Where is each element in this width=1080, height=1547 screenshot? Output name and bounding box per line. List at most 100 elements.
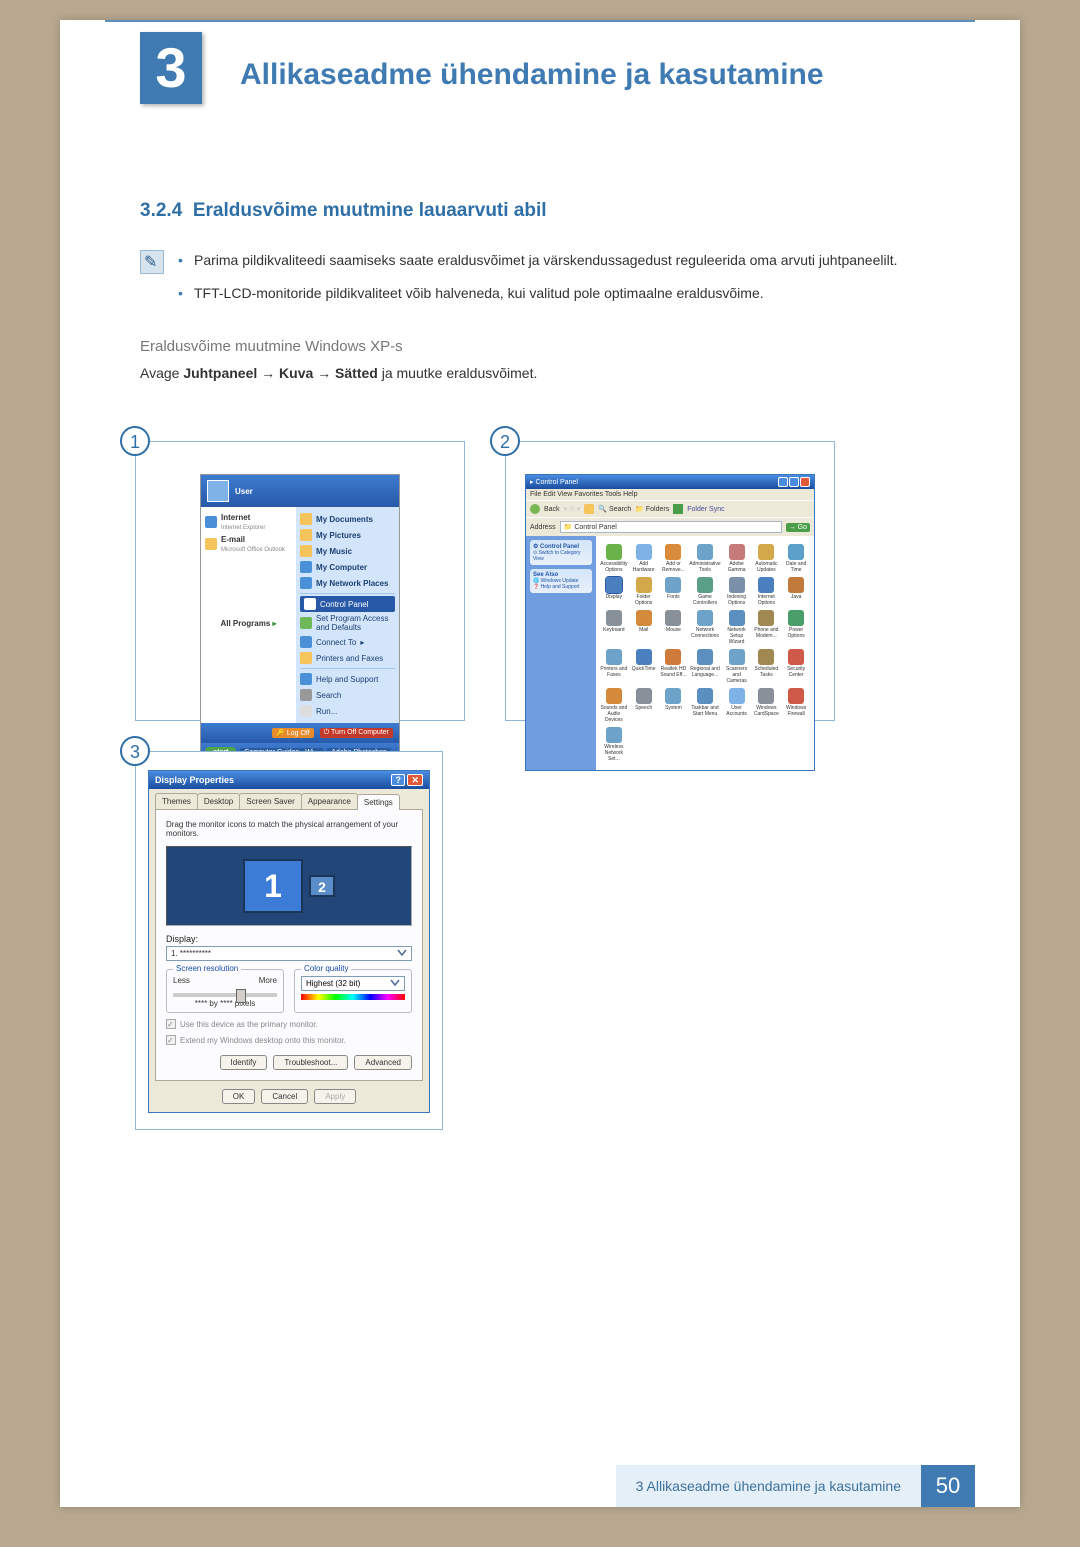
control-panel-item[interactable]: Network Connections [689,610,720,645]
log-off-button[interactable]: 🔑 Log Off [272,728,314,738]
control-panel-item[interactable]: Regional and Language... [689,649,720,684]
control-panel-item[interactable]: Security Center [782,649,810,684]
control-panel-item[interactable]: User Accounts [723,688,751,723]
control-panel-item[interactable]: Realtek HD Sound Eff... [660,649,688,684]
monitor-arrangement[interactable]: 1 2 [166,846,412,926]
help-support-link[interactable]: Help and Support [541,584,580,590]
control-panel-item[interactable]: Mail [630,610,658,645]
control-panel-item[interactable]: Accessibility Options [600,544,628,573]
menu-item[interactable]: Printers and Faxes [300,650,395,666]
menu-item[interactable]: Set Program Access and Defaults [300,612,395,634]
control-panel-item[interactable]: Sounds and Audio Devices [600,688,628,723]
tab-screensaver[interactable]: Screen Saver [239,793,301,809]
menu-item-control-panel[interactable]: Control Panel [300,596,395,612]
control-panel-item[interactable]: Printers and Faxes [600,649,628,684]
cp-item-icon [758,544,774,560]
control-panel-item[interactable]: Add Hardware [630,544,658,573]
up-icon[interactable] [584,504,594,514]
control-panel-item[interactable]: Windows CardSpace [752,688,780,723]
identify-button[interactable]: Identify [220,1055,268,1070]
control-panel-item[interactable]: System [660,688,688,723]
cp-item-icon [758,688,774,704]
turn-off-button[interactable]: ⏻ Turn Off Computer [320,728,393,738]
control-panel-item[interactable]: Taskbar and Start Menu [689,688,720,723]
menu-item-email[interactable]: E-mailMicrosoft Office Outlook [205,533,292,555]
control-panel-item[interactable]: Display [600,577,628,606]
help-icon[interactable]: ? [391,774,405,786]
tab-settings[interactable]: Settings [357,794,400,810]
control-panel-item[interactable]: Folder Options [630,577,658,606]
extend-desktop-check[interactable]: ✓Extend my Windows desktop onto this mon… [166,1035,412,1045]
ok-button[interactable]: OK [222,1089,256,1104]
menu-item[interactable]: My Pictures [300,527,395,543]
control-panel-item[interactable]: Power Options [782,610,810,645]
switch-view-link[interactable]: Switch to Category View [533,550,581,562]
monitor-2-icon[interactable]: 2 [309,875,335,897]
address-field[interactable]: 📁 Control Panel [560,521,782,533]
menu-item[interactable]: Search [300,687,395,703]
tab-appearance[interactable]: Appearance [301,793,358,809]
control-panel-item[interactable]: Date and Time [782,544,810,573]
cp-item-label: Security Center [782,666,810,678]
control-panel-icon-grid: Accessibility OptionsAdd HardwareAdd or … [596,536,814,770]
window-menu-bar[interactable]: File Edit View Favorites Tools Help [526,489,814,500]
minimize-icon[interactable] [778,477,788,487]
control-panel-item[interactable]: Scanners and Cameras [723,649,751,684]
control-panel-item[interactable]: Wireless Network Set... [600,727,628,762]
menu-item[interactable]: My Network Places [300,575,395,591]
menu-item[interactable]: My Music [300,543,395,559]
menu-item[interactable]: My Documents [300,511,395,527]
control-panel-item[interactable]: Fonts [660,577,688,606]
menu-item[interactable]: Connect To ▸ [300,634,395,650]
menu-item-internet[interactable]: InternetInternet Explorer [205,511,292,533]
control-panel-item[interactable]: Keyboard [600,610,628,645]
cp-item-label: Windows CardSpace [752,705,780,717]
folders-label[interactable]: Folders [646,506,669,513]
resolution-slider[interactable] [173,993,277,997]
control-panel-item[interactable]: QuickTime [630,649,658,684]
primary-monitor-check[interactable]: ✓Use this device as the primary monitor. [166,1019,412,1029]
window-title: Display Properties [155,775,234,785]
menu-item[interactable]: Help and Support [300,671,395,687]
control-panel-item[interactable]: Scheduled Tasks [752,649,780,684]
apply-button[interactable]: Apply [314,1089,356,1104]
control-panel-item[interactable]: Game Controllers [689,577,720,606]
close-icon[interactable]: ✕ [407,774,423,786]
menu-item[interactable]: Run... [300,703,395,719]
menu-item[interactable]: My Computer [300,559,395,575]
back-icon[interactable] [530,504,540,514]
search-label[interactable]: Search [609,506,631,513]
control-panel-item[interactable]: Speech [630,688,658,723]
control-panel-item[interactable]: Indexing Options [723,577,751,606]
cp-item-label: Taskbar and Start Menu [689,705,720,717]
control-panel-item[interactable]: Java [782,577,810,606]
color-quality-select[interactable]: Highest (32 bit) [301,976,405,991]
tab-desktop[interactable]: Desktop [197,793,240,809]
monitor-1-icon[interactable]: 1 [243,859,303,913]
views-icon[interactable] [673,504,683,514]
close-icon[interactable] [800,477,810,487]
nav-step: Sätted [335,365,378,381]
advanced-button[interactable]: Advanced [354,1055,412,1070]
folder-icon [300,513,312,525]
control-panel-item[interactable]: Windows Firewall [782,688,810,723]
troubleshoot-button[interactable]: Troubleshoot... [273,1055,348,1070]
control-panel-item[interactable]: Phone and Modem... [752,610,780,645]
slider-less: Less [173,976,190,985]
cancel-button[interactable]: Cancel [261,1089,308,1104]
control-panel-item[interactable]: Adobe Gamma [723,544,751,573]
control-panel-item[interactable]: Administrative Tools [689,544,720,573]
tab-themes[interactable]: Themes [155,793,198,809]
display-select[interactable]: 1. ********** [166,946,412,961]
control-panel-item[interactable]: Add or Remove... [660,544,688,573]
all-programs[interactable]: All Programs ▸ [205,615,292,632]
control-panel-item[interactable]: Network Setup Wizard [723,610,751,645]
control-panel-item[interactable]: Automatic Updates [752,544,780,573]
folder-sync-label[interactable]: Folder Sync [687,506,724,513]
go-button[interactable]: → Go [786,523,810,532]
cp-item-label: Game Controllers [689,594,720,606]
chevron-down-icon [397,949,407,957]
control-panel-item[interactable]: Internet Options [752,577,780,606]
control-panel-item[interactable]: Mouse [660,610,688,645]
maximize-icon[interactable] [789,477,799,487]
